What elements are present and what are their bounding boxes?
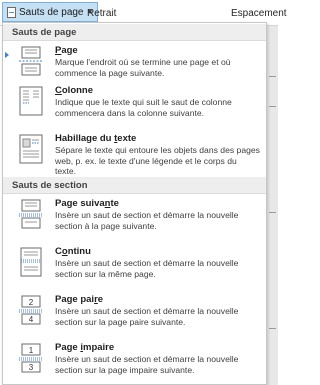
section-header-page-breaks: Sauts de page	[3, 24, 266, 41]
menu-item-description: Marque l'endroit où se termine une page …	[55, 57, 231, 78]
section-header-section-breaks: Sauts de section	[3, 177, 266, 194]
svg-text:1: 1	[29, 346, 34, 355]
menu-item-column-break[interactable]: Colonne Indique que le texte qui suit le…	[3, 81, 266, 129]
menu-item-title: Colonne	[55, 85, 94, 96]
menu-item-next-page-section[interactable]: Page suivante Insère un saut de section …	[3, 194, 266, 242]
svg-text:2: 2	[29, 298, 34, 307]
menu-item-description: Insère un saut de section et démarre la …	[55, 354, 239, 375]
menu-item-description: Insère un saut de section et démarre la …	[55, 258, 239, 279]
next-page-section-icon	[18, 199, 44, 229]
menu-item-title: Page suivante	[55, 198, 119, 209]
menu-item-title: Continu	[55, 246, 91, 257]
breaks-icon	[7, 6, 16, 18]
menu-item-title: Page paire	[55, 294, 104, 305]
continuous-section-icon	[18, 247, 44, 277]
selection-indicator	[5, 52, 9, 58]
document-background	[266, 26, 278, 385]
svg-text:3: 3	[29, 363, 34, 372]
menu-item-title: Habillage du texte	[55, 133, 137, 144]
menu-item-continuous-section[interactable]: Continu Insère un saut de section et dém…	[3, 242, 266, 290]
menu-item-text-wrapping-break[interactable]: Habillage du texte Sépare le texte qui e…	[3, 129, 266, 177]
menu-item-description: Insère un saut de section et démarre la …	[55, 210, 239, 231]
even-page-section-icon: 2 4	[18, 295, 44, 325]
menu-item-title: Page	[55, 45, 78, 56]
page-breaks-dropdown-button[interactable]: Sauts de page ▼	[2, 2, 99, 22]
indent-group-label: Retrait	[87, 8, 117, 19]
spacing-group-label: Espacement	[231, 8, 287, 19]
menu-item-page-break[interactable]: Page Marque l'endroit où se termine une …	[3, 41, 266, 81]
odd-page-section-icon: 1 3	[18, 343, 44, 373]
text-wrapping-break-icon	[18, 134, 44, 164]
svg-text:4: 4	[29, 315, 34, 324]
menu-item-title: Page impaire	[55, 342, 115, 353]
menu-item-description: Indique que le texte qui suit le saut de…	[55, 97, 232, 118]
menu-item-even-page-section[interactable]: 2 4 Page paire Insère un saut de section…	[3, 290, 266, 338]
column-break-icon	[18, 86, 44, 116]
page-breaks-dropdown-label: Sauts de page	[19, 6, 84, 18]
menu-item-description: Sépare le texte qui entoure les objets d…	[55, 145, 260, 176]
menu-item-description: Insère un saut de section et démarre la …	[55, 306, 239, 327]
menu-item-odd-page-section[interactable]: 1 3 Page impaire Insère un saut de secti…	[3, 338, 266, 385]
page-breaks-menu: Sauts de page Page Marque l'endroit où s…	[2, 22, 267, 385]
page-break-icon	[18, 46, 44, 76]
